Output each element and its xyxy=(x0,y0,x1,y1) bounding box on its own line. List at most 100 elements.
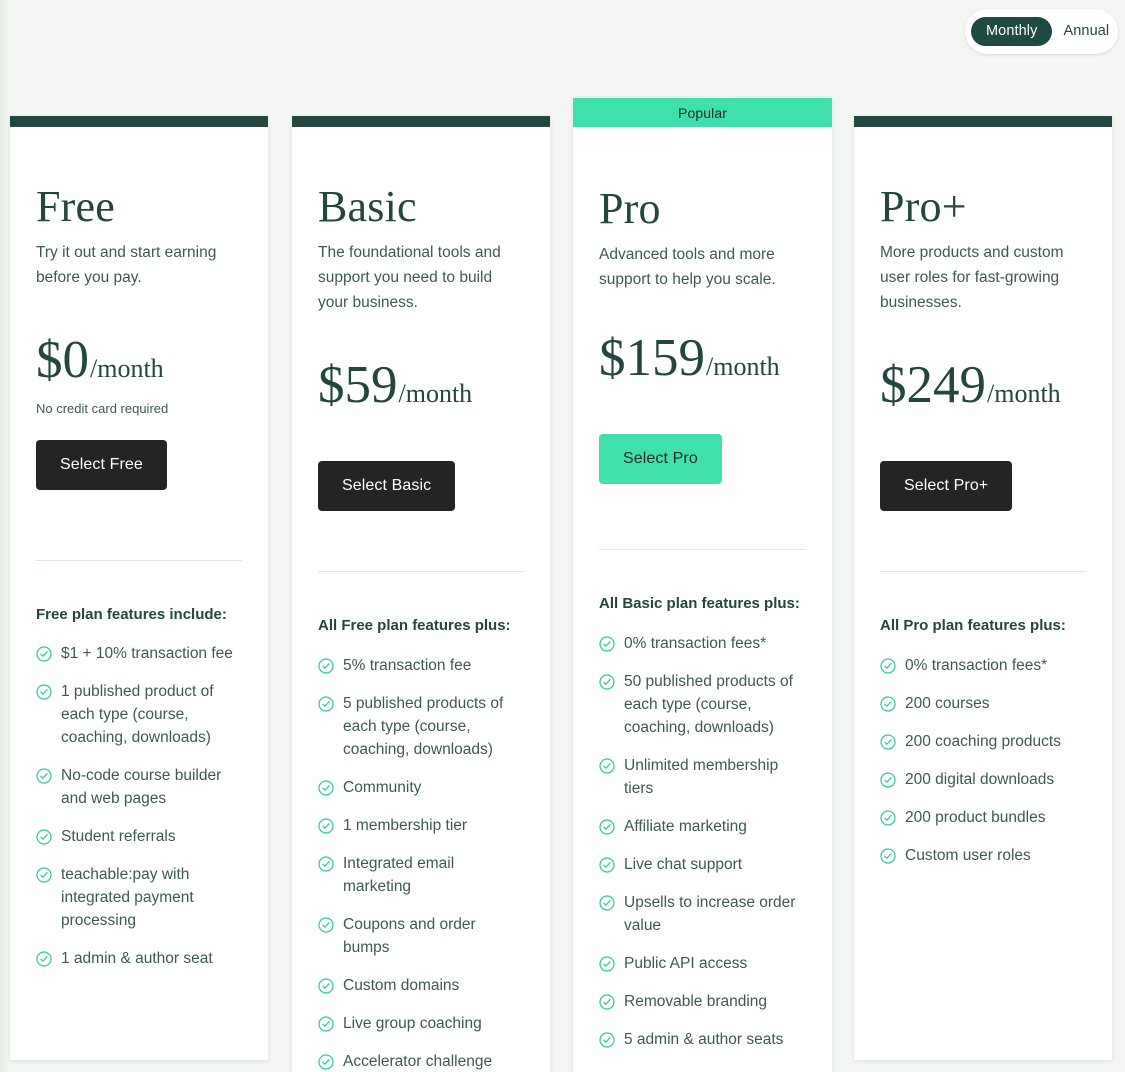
check-circle-icon xyxy=(599,818,615,835)
plan-name: Free xyxy=(36,182,115,231)
price-amount: $59 xyxy=(318,356,398,414)
check-circle-icon xyxy=(880,695,896,712)
check-circle-icon xyxy=(599,673,615,690)
price-amount: $0 xyxy=(36,331,89,389)
billing-toggle-monthly[interactable]: Monthly xyxy=(971,17,1053,46)
select-basic-button[interactable]: Select Basic xyxy=(318,461,456,511)
feature-item: Upsells to increase order value xyxy=(599,891,806,937)
feature-item: $1 + 10% transaction fee xyxy=(36,642,242,665)
select-proplus-button[interactable]: Select Pro+ xyxy=(880,461,1013,511)
card-accent-bar xyxy=(854,116,1112,127)
feature-label: 200 product bundles xyxy=(905,808,1046,826)
card-body: Basic The foundational tools and support… xyxy=(292,127,550,1072)
feature-item: Coupons and order bumps xyxy=(318,913,524,959)
check-circle-icon xyxy=(880,771,896,788)
plan-description: Advanced tools and more support to help … xyxy=(599,246,776,288)
price-period: /month xyxy=(987,379,1061,408)
feature-item: 5 published products of each type (cours… xyxy=(318,692,524,761)
feature-item: 50 published products of each type (cour… xyxy=(599,670,806,739)
popular-badge: Popular xyxy=(573,98,832,127)
pricing-card-proplus: Pro+ More products and custom user roles… xyxy=(854,116,1112,1060)
feature-item: Public API access xyxy=(599,952,806,975)
billing-period-toggle[interactable]: Monthly Annual xyxy=(965,9,1118,54)
feature-item: 200 product bundles xyxy=(880,806,1086,829)
feature-label: 5 published products of each type (cours… xyxy=(343,694,504,758)
feature-label: Live chat support xyxy=(624,855,743,873)
pricing-card-basic: Basic The foundational tools and support… xyxy=(292,116,550,1072)
card-divider xyxy=(880,571,1086,572)
features-title: All Pro plan features plus: xyxy=(880,617,1066,634)
feature-label: Custom user roles xyxy=(905,846,1031,864)
feature-item: Integrated email marketing xyxy=(318,852,524,898)
check-circle-icon xyxy=(36,646,52,662)
card-body: Pro Advanced tools and more support to h… xyxy=(573,127,832,1072)
price-note: No credit card required xyxy=(36,401,169,416)
check-circle-icon xyxy=(318,855,334,872)
check-circle-icon xyxy=(318,1015,334,1032)
pricing-card-pro: Popular Pro Advanced tools and more supp… xyxy=(573,98,832,1072)
feature-label: 1 membership tier xyxy=(343,816,468,834)
feature-item: Affiliate marketing xyxy=(599,815,806,838)
feature-label: 200 coaching products xyxy=(905,732,1061,750)
feature-item: teachable:pay with integrated payment pr… xyxy=(36,863,242,932)
feature-item: Community xyxy=(318,776,524,799)
feature-item: 0% transaction fees* xyxy=(880,654,1086,677)
select-pro-button[interactable]: Select Pro xyxy=(599,434,722,484)
feature-label: Removable branding xyxy=(624,992,768,1010)
feature-label: Integrated email marketing xyxy=(343,854,455,895)
plan-description: More products and custom user roles for … xyxy=(880,244,1064,311)
plan-description: Try it out and start earning before you … xyxy=(36,244,217,286)
check-circle-icon xyxy=(318,1053,334,1070)
check-circle-icon xyxy=(599,856,615,873)
feature-label: Affiliate marketing xyxy=(624,817,747,835)
price-amount: $159 xyxy=(599,329,705,387)
check-circle-icon xyxy=(318,695,334,712)
feature-item: 5% transaction fee xyxy=(318,654,524,677)
check-circle-icon xyxy=(599,955,615,972)
plan-name: Pro xyxy=(599,184,661,233)
plan-price: $0 /month xyxy=(36,334,242,387)
check-circle-icon xyxy=(880,657,896,674)
feature-label: 5% transaction fee xyxy=(343,656,472,674)
feature-label: No-code course builder and web pages xyxy=(61,767,222,808)
check-circle-icon xyxy=(318,977,334,994)
billing-toggle-annual[interactable]: Annual xyxy=(1052,17,1120,46)
price-period: /month xyxy=(90,354,164,383)
check-circle-icon xyxy=(318,916,334,933)
check-circle-icon xyxy=(599,993,615,1010)
check-circle-icon xyxy=(880,847,896,864)
feature-label: Accelerator challenge access xyxy=(343,1052,493,1070)
check-circle-icon xyxy=(599,894,615,911)
pricing-card-free: Free Try it out and start earning before… xyxy=(10,116,268,1060)
feature-label: Student referrals xyxy=(61,828,176,846)
feature-item: Custom domains xyxy=(318,974,524,997)
card-divider xyxy=(599,549,806,550)
feature-item: 200 digital downloads xyxy=(880,768,1086,791)
plan-price: $59 /month xyxy=(318,359,524,412)
feature-label: Coupons and order bumps xyxy=(343,915,476,956)
feature-item: 1 membership tier xyxy=(318,814,524,837)
feature-label: 200 digital downloads xyxy=(905,770,1055,788)
features-title: Free plan features include: xyxy=(36,605,227,623)
feature-item: Student referrals xyxy=(36,825,242,848)
feature-label: teachable:pay with integrated payment pr… xyxy=(61,866,194,930)
feature-item: Accelerator challenge access xyxy=(318,1050,524,1072)
plan-price: $249 /month xyxy=(880,359,1086,412)
feature-label: 5 admin & author seats xyxy=(624,1030,784,1048)
feature-label: 0% transaction fees* xyxy=(624,634,767,652)
features-title: All Basic plan features plus: xyxy=(599,595,800,612)
select-free-button[interactable]: Select Free xyxy=(36,439,167,490)
feature-label: Upsells to increase order value xyxy=(624,893,796,934)
card-body: Free Try it out and start earning before… xyxy=(10,127,268,1060)
check-circle-icon xyxy=(318,657,334,674)
feature-item: 200 courses xyxy=(880,692,1086,715)
pricing-cards-row: Free Try it out and start earning before… xyxy=(0,98,1125,1072)
features-list: 0% transaction fees* 200 courses 200 coach… xyxy=(880,654,1086,895)
plan-price: $159 /month xyxy=(599,332,806,385)
card-accent-bar xyxy=(292,116,550,127)
check-circle-icon xyxy=(318,817,334,834)
check-circle-icon xyxy=(599,757,615,774)
check-circle-icon xyxy=(880,809,896,826)
feature-label: 1 published product of each type (course… xyxy=(61,683,214,747)
features-list: 0% transaction fees* 50 published product… xyxy=(599,632,806,1072)
